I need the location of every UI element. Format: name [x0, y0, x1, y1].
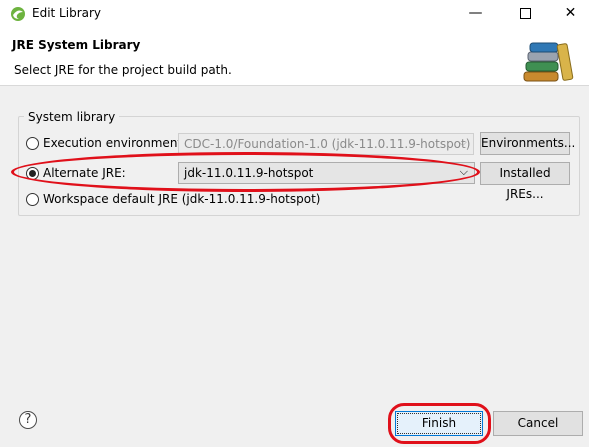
alternate-jre-label: Alternate JRE: [43, 166, 126, 180]
header-description: Select JRE for the project build path. [14, 63, 232, 77]
header-title: JRE System Library [12, 38, 141, 52]
chevron-down-icon: ⌵ [459, 165, 468, 178]
system-library-label: System library [24, 110, 120, 124]
alternate-jre-radio[interactable] [26, 166, 39, 180]
close-button[interactable]: ✕ [548, 0, 589, 28]
environments-button[interactable]: Environments... [480, 132, 575, 155]
eclipse-app-icon [11, 7, 25, 21]
execution-environment-select: CDC-1.0/Foundation-1.0 (jdk-11.0.11.9-ho… [178, 133, 474, 155]
workspace-default-label: Workspace default JRE (jdk-11.0.11.9-hot… [43, 192, 321, 206]
close-icon: ✕ [564, 5, 577, 21]
finish-focus-ring [397, 413, 481, 434]
minimize-button[interactable]: — [453, 0, 498, 28]
maximize-icon [520, 7, 531, 19]
maximize-button[interactable] [503, 0, 548, 28]
installed-jres-button[interactable]: Installed JREs... [480, 162, 570, 201]
alternate-jre-select[interactable]: jdk-11.0.11.9-hotspot ⌵ [178, 162, 475, 184]
workspace-default-radio[interactable] [26, 192, 39, 206]
dialog-header: JRE System Library Select JRE for the pr… [0, 28, 589, 86]
alternate-jre-value: jdk-11.0.11.9-hotspot [184, 166, 314, 180]
execution-environment-label: Execution environment: [43, 136, 187, 150]
chevron-down-icon: ⌵ [458, 136, 467, 149]
window-title: Edit Library [32, 6, 102, 20]
alternate-jre-option[interactable]: Alternate JRE: [26, 166, 126, 180]
execution-environment-value: CDC-1.0/Foundation-1.0 (jdk-11.0.11.9-ho… [184, 137, 471, 151]
help-icon[interactable]: ? [19, 411, 37, 429]
finish-button[interactable]: Finish [395, 411, 483, 436]
cancel-button[interactable]: Cancel [493, 411, 583, 436]
minimize-icon: — [468, 5, 483, 21]
execution-environment-option[interactable]: Execution environment: [26, 136, 186, 150]
execution-environment-radio[interactable] [26, 136, 39, 150]
workspace-default-option[interactable]: Workspace default JRE (jdk-11.0.11.9-hot… [26, 192, 320, 206]
library-books-icon [523, 42, 574, 82]
title-bar: Edit Library — ✕ [0, 0, 589, 28]
